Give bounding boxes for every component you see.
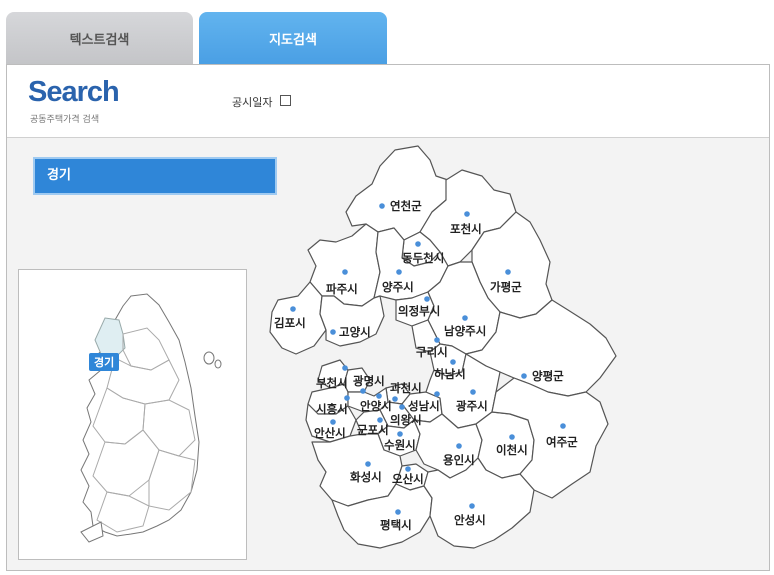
search-header: Search 공동주택가격 검색 공시일자: [7, 65, 769, 138]
tab-text-search[interactable]: 텍스트검색: [6, 12, 193, 64]
announce-date-label: 공시일자: [232, 96, 273, 109]
announce-date-checkbox[interactable]: [280, 95, 291, 106]
korea-outline-map: [80, 293, 222, 543]
search-logo: Search: [28, 76, 120, 108]
search-subtitle: 공동주택가격 검색: [30, 115, 100, 125]
korea-mini-map: 경기: [18, 269, 247, 560]
tab-map-search[interactable]: 지도검색: [199, 12, 387, 64]
selected-region-bar: 경기: [33, 157, 277, 195]
mini-map-gyeonggi-label[interactable]: 경기: [89, 353, 120, 371]
